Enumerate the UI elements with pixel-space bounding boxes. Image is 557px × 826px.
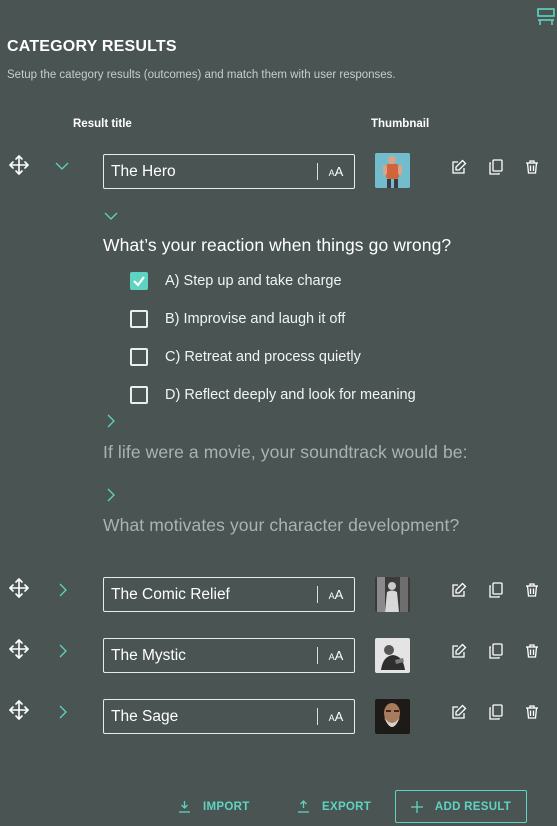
delete-icon[interactable]	[524, 582, 540, 598]
font-size-toggle-icon[interactable]: AA	[318, 648, 354, 663]
duplicate-icon[interactable]	[488, 582, 504, 598]
column-header-title: Result title	[73, 118, 132, 130]
result-title-field[interactable]: The Sage AA	[103, 699, 355, 734]
chevron-right-icon[interactable]	[103, 413, 119, 429]
answer-label: B) Improvise and laugh it off	[165, 311, 346, 327]
edit-icon[interactable]	[451, 643, 467, 659]
question-text[interactable]: What motivates your character developmen…	[103, 515, 459, 536]
edit-icon[interactable]	[451, 159, 467, 175]
chevron-down-icon[interactable]	[103, 208, 119, 224]
delete-icon[interactable]	[524, 704, 540, 720]
answer-option[interactable]: B) Improvise and laugh it off	[130, 310, 345, 328]
drag-handle-icon[interactable]	[8, 638, 30, 660]
page-subtitle: Setup the category results (outcomes) an…	[7, 69, 396, 81]
result-title-field[interactable]: The Hero AA	[103, 154, 355, 189]
checkbox[interactable]	[130, 310, 148, 328]
upload-icon	[298, 800, 309, 813]
result-title-field[interactable]: The Comic Relief AA	[103, 577, 355, 612]
question-text[interactable]: What’s your reaction when things go wron…	[103, 235, 451, 256]
edit-icon[interactable]	[451, 704, 467, 720]
delete-icon[interactable]	[524, 643, 540, 659]
chevron-right-icon[interactable]	[56, 583, 70, 597]
chevron-right-icon[interactable]	[56, 705, 70, 719]
layout-icon[interactable]	[537, 8, 555, 28]
download-icon	[179, 801, 190, 813]
chevron-right-icon[interactable]	[56, 644, 70, 658]
thumbnail-image[interactable]	[375, 577, 410, 612]
check-icon	[133, 276, 145, 287]
chevron-down-icon[interactable]	[55, 159, 69, 173]
font-size-toggle-icon[interactable]: AA	[318, 164, 354, 179]
page-title: CATEGORY RESULTS	[7, 38, 177, 55]
result-title-value[interactable]: The Hero	[104, 163, 317, 181]
export-label: EXPORT	[322, 800, 372, 813]
drag-handle-icon[interactable]	[8, 577, 30, 599]
result-title-value[interactable]: The Mystic	[104, 647, 317, 665]
add-result-button[interactable]: ADD RESULT	[395, 790, 527, 823]
duplicate-icon[interactable]	[488, 159, 504, 175]
duplicate-icon[interactable]	[488, 704, 504, 720]
add-result-label: ADD RESULT	[434, 800, 512, 813]
checkbox[interactable]	[130, 386, 148, 404]
answer-option[interactable]: C) Retreat and process quietly	[130, 348, 361, 366]
export-button[interactable]: EXPORT	[297, 790, 371, 823]
answer-option[interactable]: D) Reflect deeply and look for meaning	[130, 386, 416, 404]
column-header-thumbnail: Thumbnail	[371, 118, 430, 130]
answer-label: D) Reflect deeply and look for meaning	[165, 387, 416, 403]
chevron-right-icon[interactable]	[103, 487, 119, 503]
result-title-field[interactable]: The Mystic AA	[103, 638, 355, 673]
plus-icon	[410, 800, 423, 813]
font-size-toggle-icon[interactable]: AA	[318, 709, 354, 724]
result-title-value[interactable]: The Comic Relief	[104, 586, 317, 604]
checkbox[interactable]	[130, 348, 148, 366]
drag-handle-icon[interactable]	[8, 154, 30, 176]
answer-option[interactable]: A) Step up and take charge	[130, 272, 342, 290]
thumbnail-image[interactable]	[375, 699, 410, 734]
answer-label: A) Step up and take charge	[165, 273, 342, 289]
checkbox-checked[interactable]	[130, 272, 148, 290]
delete-icon[interactable]	[524, 159, 540, 175]
import-label: IMPORT	[203, 800, 250, 813]
duplicate-icon[interactable]	[488, 643, 504, 659]
thumbnail-image[interactable]	[375, 153, 410, 188]
result-title-value[interactable]: The Sage	[104, 708, 317, 726]
drag-handle-icon[interactable]	[8, 699, 30, 721]
question-text[interactable]: If life were a movie, your soundtrack wo…	[103, 442, 468, 463]
thumbnail-image[interactable]	[375, 638, 410, 673]
edit-icon[interactable]	[451, 582, 467, 598]
font-size-toggle-icon[interactable]: AA	[318, 587, 354, 602]
import-button[interactable]: IMPORT	[178, 790, 250, 823]
answer-label: C) Retreat and process quietly	[165, 349, 361, 365]
